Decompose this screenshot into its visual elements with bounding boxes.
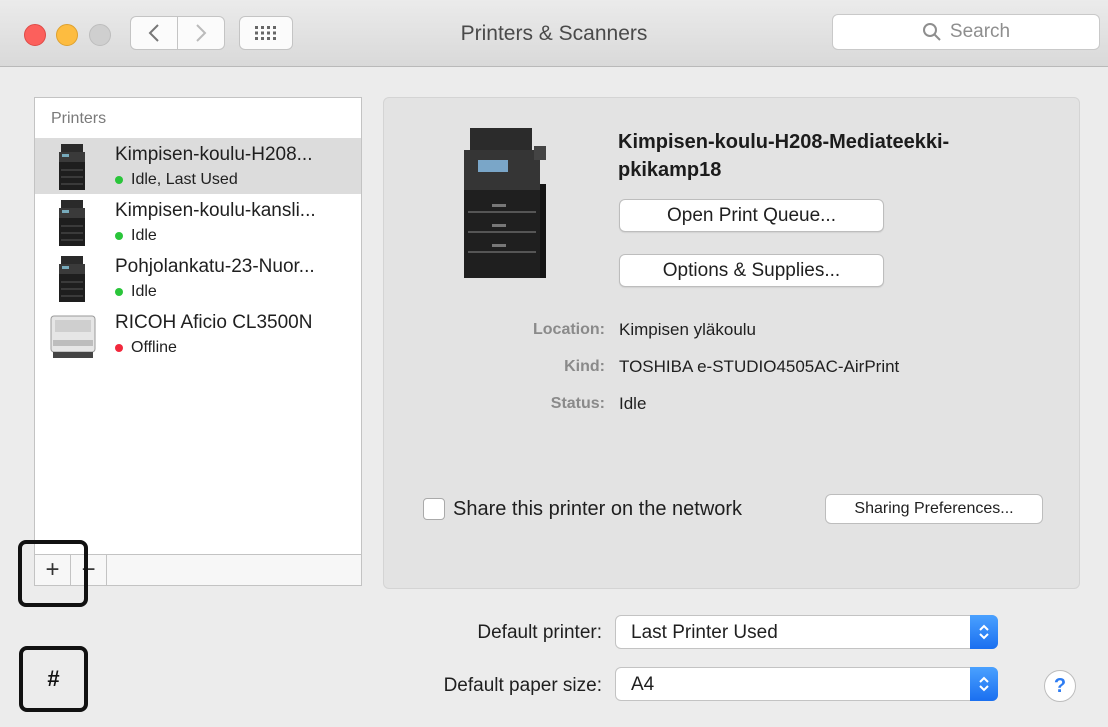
status-dot-icon [115, 232, 123, 240]
add-button-highlight [18, 540, 88, 607]
default-printer-value: Last Printer Used [631, 622, 778, 643]
location-value: Kimpisen yläkoulu [619, 320, 757, 339]
kind-label: Kind: [564, 358, 605, 375]
hash-annotation: # [19, 646, 88, 712]
printer-list: Printers Kimpisen-koulu-H208... Idle, La… [34, 97, 362, 555]
popup-arrows-icon [970, 615, 998, 649]
title-bar: Printers & Scanners Search [0, 0, 1108, 67]
printer-status: Offline [115, 339, 177, 357]
printer-list-header: Printers [51, 110, 107, 127]
search-icon [922, 23, 941, 41]
printer-row-2[interactable]: Kimpisen-koulu-kansli... Idle [35, 194, 361, 250]
status-dot-icon [115, 288, 123, 296]
printer-status: Idle [115, 283, 157, 301]
share-printer-label[interactable]: Share this printer on the network [453, 498, 742, 521]
default-paper-size-label: Default paper size: [443, 675, 602, 696]
location-label: Location: [533, 321, 605, 338]
printer-status: Idle [115, 227, 157, 245]
printer-icon [59, 200, 85, 246]
help-button[interactable]: ? [1044, 670, 1076, 702]
kind-value: TOSHIBA e-STUDIO4505AC-AirPrint [619, 357, 900, 376]
status-dot-icon [115, 344, 123, 352]
printer-name: Pohjolankatu-23-Nuor... [115, 256, 315, 277]
popup-arrows-icon [970, 667, 998, 701]
printer-status: Idle, Last Used [115, 171, 238, 189]
share-printer-checkbox[interactable] [423, 498, 445, 520]
printer-name: RICOH Aficio CL3500N [115, 312, 313, 333]
default-printer-select[interactable]: Last Printer Used [615, 615, 998, 649]
printer-row-3[interactable]: Pohjolankatu-23-Nuor... Idle [35, 250, 361, 306]
printer-icon [59, 144, 85, 190]
printer-status-text: Idle [131, 227, 157, 244]
sharing-preferences-button[interactable]: Sharing Preferences... [825, 494, 1043, 524]
default-paper-size-select[interactable]: A4 [615, 667, 998, 701]
printer-icon [59, 256, 85, 302]
multifunction-printer-icon [464, 128, 546, 278]
open-print-queue-button[interactable]: Open Print Queue... [619, 199, 884, 232]
printer-status-text: Offline [131, 339, 177, 356]
default-printer-label: Default printer: [477, 622, 602, 643]
status-label: Status: [550, 395, 605, 412]
search-placeholder: Search [949, 21, 1011, 42]
status-value: Idle [619, 394, 647, 413]
laser-printer-icon [50, 315, 96, 358]
printer-row-1[interactable]: Kimpisen-koulu-H208... Idle, Last Used [35, 138, 361, 194]
options-supplies-button[interactable]: Options & Supplies... [619, 254, 884, 287]
printer-status-text: Idle, Last Used [131, 171, 238, 188]
status-dot-icon [115, 176, 123, 184]
printer-name: Kimpisen-koulu-H208... [115, 144, 313, 165]
search-field[interactable]: Search [832, 14, 1100, 50]
selected-printer-name: Kimpisen-koulu-H208-Mediateekki-pkikamp1… [618, 131, 950, 181]
printer-name: Kimpisen-koulu-kansli... [115, 200, 316, 221]
default-paper-size-value: A4 [631, 674, 655, 695]
printer-status-text: Idle [131, 283, 157, 300]
printer-row-4[interactable]: RICOH Aficio CL3500N Offline [35, 306, 361, 362]
